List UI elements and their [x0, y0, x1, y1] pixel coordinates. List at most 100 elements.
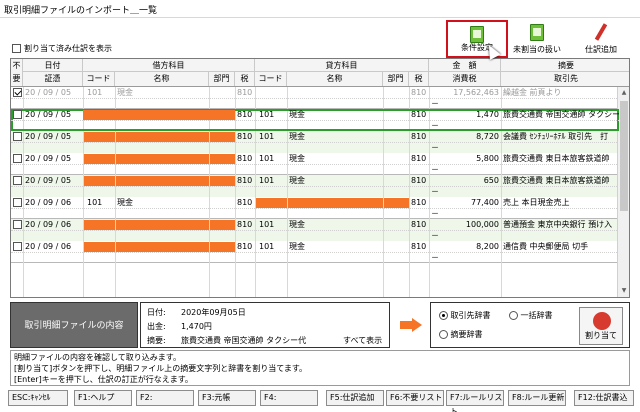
bulk-dict-option[interactable]: 一括辞書 [509, 310, 553, 321]
partner-dict-option[interactable]: 取引先辞書 [439, 310, 491, 321]
debit-tax-cell[interactable]: 810 [237, 131, 255, 142]
credit-tax-cell[interactable]: 810 [411, 241, 429, 252]
unneeded-checkbox[interactable] [13, 110, 22, 119]
debit-account-empty[interactable] [83, 110, 235, 120]
amount-cell[interactable]: 8,200 [431, 241, 499, 252]
fkey-write-entries-button[interactable]: F12:仕訳書込 [574, 390, 634, 406]
table-row[interactable]: 20 / 09 / 06 810 101 現金 810 100,000 普通預金 東京中央銀… [11, 219, 619, 241]
date-cell[interactable]: 20 / 09 / 06 [25, 219, 83, 230]
debit-account-empty[interactable] [83, 242, 235, 252]
credit-name-cell[interactable]: 現金 [289, 153, 381, 164]
table-row[interactable]: 20 / 09 / 05 101 現金 810 810 17,562,463 繰越金 前頁よ… [11, 87, 619, 109]
credit-name-cell[interactable]: 現金 [289, 109, 381, 120]
apply-button[interactable]: 割り当て [579, 307, 623, 345]
credit-tax-cell[interactable]: 810 [411, 153, 429, 164]
credit-name-cell[interactable] [289, 87, 381, 98]
debit-name-cell[interactable]: 現金 [117, 197, 207, 208]
credit-tax-cell[interactable]: 810 [411, 109, 429, 120]
show-all-link[interactable]: すべて表示 [343, 335, 382, 346]
unneeded-checkbox[interactable] [13, 154, 22, 163]
date-cell[interactable]: 20 / 09 / 05 [25, 131, 83, 142]
summary-cell[interactable]: 旅費交通費 帝国交通帥 タクシー [503, 109, 619, 120]
credit-code-cell[interactable]: 101 [259, 131, 287, 142]
table-row[interactable]: 20 / 09 / 05 810 101 現金 810 650 旅費交通費 東日本旅客鉄道帥… [11, 175, 619, 197]
add-entry-button[interactable]: 仕訳追加 [570, 20, 632, 58]
fkey-cancel-button[interactable]: ESC:ｷｬﾝｾﾙ [8, 390, 68, 406]
credit-tax-cell[interactable]: 810 [411, 219, 429, 230]
date-cell[interactable]: 20 / 09 / 05 [25, 175, 83, 186]
show-allocated-toggle[interactable]: 割り当て済み仕訳を表示 [12, 43, 112, 54]
fkey-f2-button[interactable]: F2: [136, 390, 194, 406]
fkey-f4-button[interactable]: F4: [260, 390, 318, 406]
summary-dict-radio[interactable] [439, 330, 448, 339]
summary-cell[interactable]: 普通預金 東京中央銀行 預け入 [503, 219, 619, 230]
unneeded-checkbox[interactable] [13, 88, 22, 97]
credit-name-cell[interactable]: 現金 [289, 241, 381, 252]
debit-name-cell[interactable]: 現金 [117, 87, 207, 98]
credit-code-cell[interactable]: 101 [259, 241, 287, 252]
partner-dict-radio[interactable] [439, 311, 448, 320]
amount-cell[interactable]: 650 [431, 175, 499, 186]
unneeded-checkbox[interactable] [13, 176, 22, 185]
credit-code-cell[interactable] [259, 87, 287, 98]
debit-account-empty[interactable] [83, 154, 235, 164]
summary-cell[interactable]: 売上 本日現金売上 [503, 197, 619, 208]
credit-code-cell[interactable]: 101 [259, 219, 287, 230]
summary-cell[interactable]: 旅費交通費 東日本旅客鉄道帥 [503, 175, 619, 186]
credit-name-cell[interactable]: 現金 [289, 175, 381, 186]
fkey-unneeded-list-button[interactable]: F6:不要リスト [386, 390, 444, 406]
bulk-dict-radio[interactable] [509, 311, 518, 320]
summary-cell[interactable]: 繰越金 前頁より [503, 87, 619, 98]
credit-tax-cell[interactable]: 810 [411, 175, 429, 186]
scroll-thumb[interactable] [620, 101, 628, 211]
fkey-help-button[interactable]: F1:ヘルプ [74, 390, 132, 406]
date-cell[interactable]: 20 / 09 / 05 [25, 109, 83, 120]
amount-cell[interactable]: 5,800 [431, 153, 499, 164]
debit-tax-cell[interactable]: 810 [237, 87, 255, 98]
unneeded-checkbox[interactable] [13, 132, 22, 141]
table-row[interactable]: 20 / 09 / 05 810 101 現金 810 5,800 旅費交通費 東日本旅客鉄… [11, 153, 619, 175]
debit-account-empty[interactable] [83, 176, 235, 186]
debit-tax-cell[interactable]: 810 [237, 197, 255, 208]
debit-code-cell[interactable]: 101 [87, 87, 115, 98]
scroll-down-icon[interactable]: ▼ [618, 285, 629, 297]
date-cell[interactable]: 20 / 09 / 06 [25, 197, 83, 208]
table-row[interactable]: 20 / 09 / 05 810 101 現金 810 8,720 会議費 ｾﾝﾁｭﾘｰﾎﾃ… [11, 131, 619, 153]
scroll-up-icon[interactable]: ▲ [618, 87, 629, 99]
fkey-add-entry-button[interactable]: F5:仕訳追加 [326, 390, 384, 406]
credit-account-empty[interactable] [255, 198, 409, 208]
credit-code-cell[interactable]: 101 [259, 109, 287, 120]
debit-tax-cell[interactable]: 810 [237, 109, 255, 120]
unallocated-handling-button[interactable]: 未割当の扱い [506, 20, 568, 58]
debit-tax-cell[interactable]: 810 [237, 175, 255, 186]
show-allocated-checkbox[interactable] [12, 44, 21, 53]
unneeded-checkbox[interactable] [13, 220, 22, 229]
debit-tax-cell[interactable]: 810 [237, 241, 255, 252]
unneeded-checkbox[interactable] [13, 198, 22, 207]
date-cell[interactable]: 20 / 09 / 06 [25, 241, 83, 252]
credit-tax-cell[interactable]: 810 [411, 87, 429, 98]
amount-cell[interactable]: 1,470 [431, 109, 499, 120]
table-row[interactable]: 20 / 09 / 06 810 101 現金 810 8,200 通信費 中央郵便局 切手… [11, 241, 619, 263]
fkey-ledger-button[interactable]: F3:元帳 [198, 390, 256, 406]
credit-tax-cell[interactable]: 810 [411, 197, 429, 208]
fkey-rule-update-button[interactable]: F8:ルール更新 [508, 390, 566, 406]
amount-cell[interactable]: 77,400 [431, 197, 499, 208]
amount-cell[interactable]: 17,562,463 [431, 87, 499, 98]
credit-tax-cell[interactable]: 810 [411, 131, 429, 142]
amount-cell[interactable]: 100,000 [431, 219, 499, 230]
credit-name-cell[interactable]: 現金 [289, 219, 381, 230]
date-cell[interactable]: 20 / 09 / 05 [25, 87, 83, 98]
debit-code-cell[interactable]: 101 [87, 197, 115, 208]
credit-code-cell[interactable]: 101 [259, 175, 287, 186]
debit-tax-cell[interactable]: 810 [237, 219, 255, 230]
summary-dict-option[interactable]: 摘要辞書 [439, 329, 483, 340]
table-row[interactable]: 20 / 09 / 06 101 現金 810 810 77,400 売上 本日現金売上－ [11, 197, 619, 219]
summary-cell[interactable]: 通信費 中央郵便局 切手 [503, 241, 619, 252]
credit-code-cell[interactable]: 101 [259, 153, 287, 164]
fkey-rule-list-button[interactable]: F7:ルールリスト [446, 390, 504, 412]
unneeded-checkbox[interactable] [13, 242, 22, 251]
summary-cell[interactable]: 旅費交通費 東日本旅客鉄道帥 [503, 153, 619, 164]
debit-account-empty[interactable] [83, 132, 235, 142]
credit-name-cell[interactable]: 現金 [289, 131, 381, 142]
